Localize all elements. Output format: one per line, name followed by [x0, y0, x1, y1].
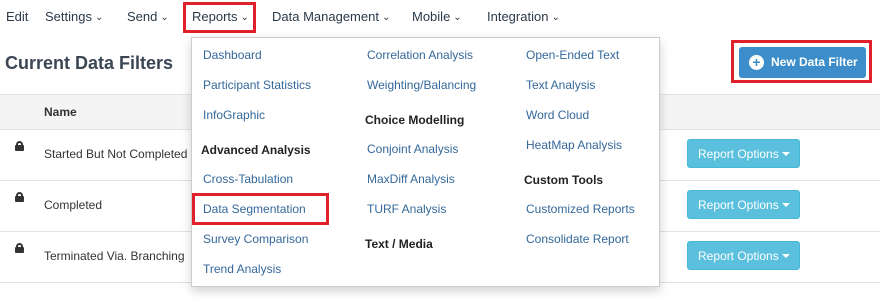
nav-edit[interactable]: Edit	[6, 9, 28, 24]
menu-item-correlation-analysis[interactable]: Correlation Analysis	[367, 48, 473, 62]
menu-item-dashboard[interactable]: Dashboard	[203, 48, 262, 62]
caret-down-icon	[782, 254, 790, 258]
nav-integration-label: Integration	[487, 9, 549, 24]
caret-down-icon	[782, 203, 790, 207]
report-options-label: Report Options	[698, 249, 779, 263]
lock-icon	[15, 243, 24, 253]
filter-name: Started But Not Completed	[44, 147, 188, 161]
chevron-down-icon: ⌄	[551, 12, 560, 23]
nav-integration[interactable]: Integration ⌄	[487, 9, 560, 24]
nav-settings[interactable]: Settings ⌄	[45, 9, 103, 24]
report-options-label: Report Options	[698, 198, 779, 212]
filter-name: Terminated Via. Branching	[44, 249, 185, 263]
top-navigation: Edit Settings ⌄ Send ⌄ Reports ⌄ Data Manag…	[0, 0, 880, 34]
menu-item-open-ended-text[interactable]: Open-Ended Text	[526, 48, 619, 62]
report-options-button[interactable]: Report Options	[687, 241, 800, 270]
menu-item-word-cloud[interactable]: Word Cloud	[526, 108, 589, 122]
nav-data-management[interactable]: Data Management ⌄	[272, 9, 390, 24]
reports-dropdown-menu: Dashboard Participant Statistics InfoGra…	[191, 37, 660, 287]
new-filter-highlight-box	[731, 40, 872, 83]
chevron-down-icon: ⌄	[94, 12, 104, 23]
menu-heading-custom-tools: Custom Tools	[524, 173, 604, 187]
menu-item-conjoint-analysis[interactable]: Conjoint Analysis	[367, 142, 458, 156]
lock-icon	[15, 141, 24, 151]
report-options-label: Report Options	[698, 147, 779, 161]
column-header-name: Name	[44, 105, 77, 119]
menu-item-turf-analysis[interactable]: TURF Analysis	[367, 202, 446, 216]
report-options-button[interactable]: Report Options	[687, 190, 800, 219]
data-segmentation-highlight-box	[192, 193, 329, 225]
reports-highlight-box	[183, 2, 256, 33]
menu-item-text-analysis[interactable]: Text Analysis	[526, 78, 595, 92]
menu-heading-choice-modelling: Choice Modelling	[365, 113, 465, 127]
nav-settings-label: Settings	[45, 9, 92, 24]
menu-item-infographic[interactable]: InfoGraphic	[203, 108, 265, 122]
menu-heading-text-media: Text / Media	[365, 237, 433, 251]
chevron-down-icon: ⌄	[381, 12, 391, 23]
caret-down-icon	[782, 152, 790, 156]
menu-item-trend-analysis[interactable]: Trend Analysis	[203, 262, 281, 276]
filter-name: Completed	[44, 198, 103, 212]
menu-item-maxdiff-analysis[interactable]: MaxDiff Analysis	[367, 172, 455, 186]
menu-item-customized-reports[interactable]: Customized Reports	[526, 202, 635, 216]
chevron-down-icon: ⌄	[160, 12, 169, 23]
menu-item-survey-comparison[interactable]: Survey Comparison	[203, 232, 308, 246]
menu-item-cross-tabulation[interactable]: Cross-Tabulation	[203, 172, 293, 186]
menu-item-weighting-balancing[interactable]: Weighting/Balancing	[367, 78, 476, 92]
menu-heading-advanced-analysis: Advanced Analysis	[201, 143, 311, 157]
menu-item-heatmap-analysis[interactable]: HeatMap Analysis	[526, 138, 622, 152]
menu-item-participant-statistics[interactable]: Participant Statistics	[203, 78, 311, 92]
page-title: Current Data Filters	[5, 53, 174, 73]
nav-send-label: Send	[127, 9, 158, 24]
menu-item-consolidate-report[interactable]: Consolidate Report	[526, 232, 629, 246]
report-options-button[interactable]: Report Options	[687, 139, 800, 168]
nav-mobile[interactable]: Mobile ⌄	[412, 9, 462, 24]
nav-mobile-label: Mobile	[412, 9, 451, 24]
nav-send[interactable]: Send ⌄	[127, 9, 169, 24]
nav-data-management-label: Data Management	[272, 9, 379, 24]
chevron-down-icon: ⌄	[453, 12, 462, 23]
lock-icon	[15, 192, 24, 202]
